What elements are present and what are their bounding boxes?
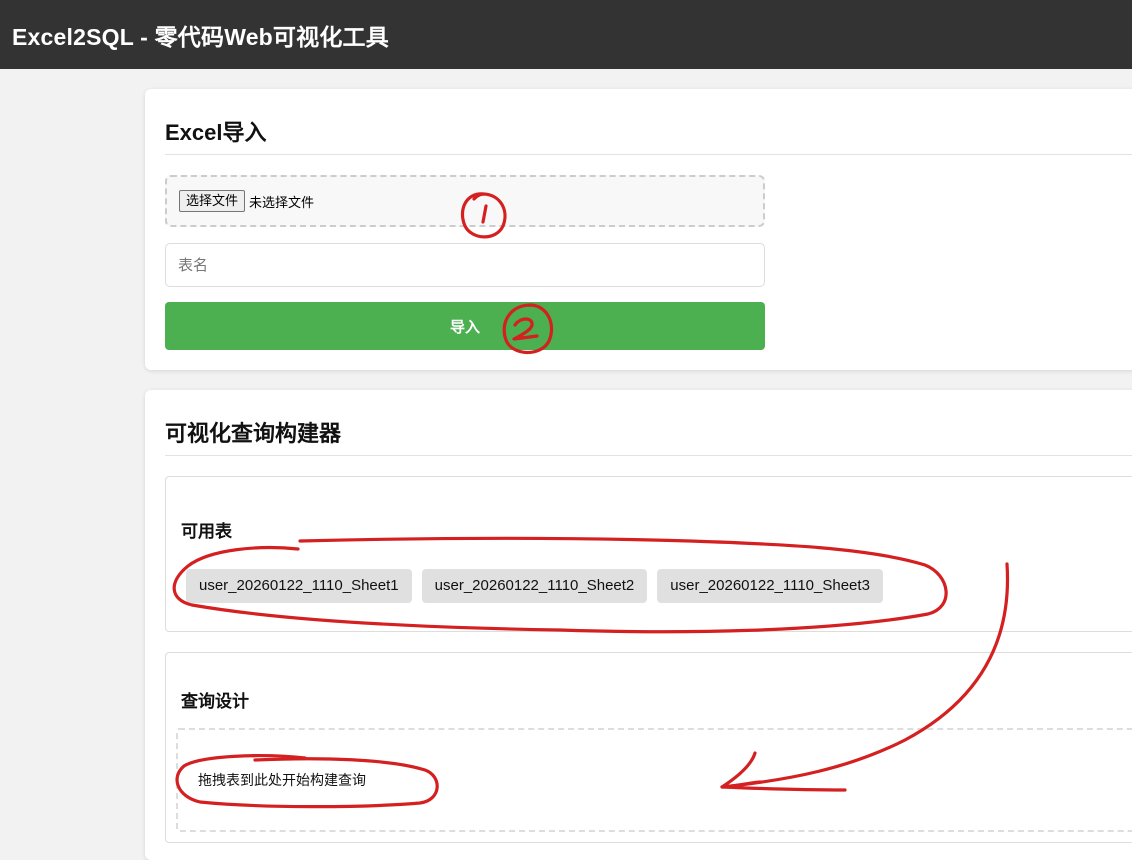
query-design-panel: 查询设计 拖拽表到此处开始构建查询 — [165, 652, 1132, 843]
file-status-text: 未选择文件 — [249, 194, 315, 210]
app-title: Excel2SQL - 零代码Web可视化工具 — [12, 23, 389, 50]
section-divider — [165, 154, 1132, 155]
table-chip-sheet1[interactable]: user_20260122_1110_Sheet1 — [186, 569, 412, 603]
table-chip-list: user_20260122_1110_Sheet1 user_20260122_… — [186, 569, 883, 603]
available-tables-panel: 可用表 user_20260122_1110_Sheet1 user_20260… — [165, 476, 1132, 632]
available-tables-title: 可用表 — [181, 522, 232, 541]
query-builder-title: 可视化查询构建器 — [165, 421, 342, 446]
import-button[interactable]: 导入 — [165, 302, 765, 350]
excel-import-title: Excel导入 — [165, 120, 267, 145]
app-header: Excel2SQL - 零代码Web可视化工具 — [0, 0, 1132, 69]
query-drop-zone[interactable]: 拖拽表到此处开始构建查询 — [176, 728, 1132, 832]
query-design-title: 查询设计 — [181, 692, 249, 711]
choose-file-button[interactable]: 选择文件 — [179, 190, 246, 212]
table-chip-sheet2[interactable]: user_20260122_1110_Sheet2 — [421, 569, 648, 603]
file-upload-zone[interactable]: 选择文件 未选择文件 — [165, 175, 765, 227]
query-builder-card: 可视化查询构建器 可用表 user_20260122_1110_Sheet1 u… — [145, 390, 1132, 860]
table-name-input[interactable] — [165, 243, 765, 287]
excel-import-card: Excel导入 选择文件 未选择文件 导入 — [145, 89, 1132, 370]
table-chip-sheet3[interactable]: user_20260122_1110_Sheet3 — [657, 569, 883, 603]
drop-hint-text: 拖拽表到此处开始构建查询 — [198, 772, 366, 788]
section-divider — [165, 455, 1132, 456]
